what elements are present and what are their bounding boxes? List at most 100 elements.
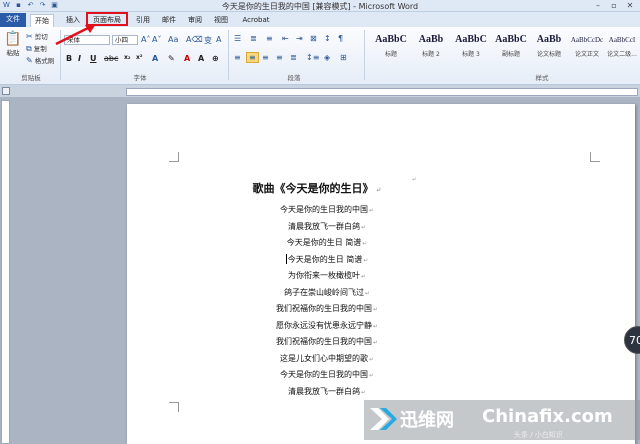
paragraph-mark: ↵ — [373, 186, 382, 194]
document-title[interactable]: 歌曲《今天是你的生日》 ↵ — [127, 180, 507, 196]
line-spacing-button[interactable]: ↕≡ — [306, 53, 319, 62]
watermark-cn: 迅维网 — [400, 410, 454, 431]
document-page[interactable]: ↵ 歌曲《今天是你的生日》 ↵ 今天是你的生日我的中国 清晨我放飞一群白鸽 今天… — [127, 104, 635, 444]
sort-icon: ↕ — [324, 34, 331, 43]
style-paper-title[interactable]: AaBb 论文标题 — [530, 31, 568, 67]
lyric-line[interactable]: 鸽子在崇山峻岭间飞过 — [167, 285, 487, 302]
copy-button[interactable]: ⧉ 复制 — [26, 43, 47, 54]
char-border-button[interactable]: A — [216, 35, 221, 44]
tab-view[interactable]: 视图 — [210, 14, 232, 27]
underline-button[interactable]: U — [90, 54, 97, 63]
watermark-sub: 头条 / 小白知识 — [514, 431, 563, 439]
align-left-button[interactable]: ≡ — [234, 53, 241, 62]
change-case-button[interactable]: Aa — [168, 35, 178, 44]
tab-home[interactable]: 开始 — [30, 14, 54, 27]
align-center-button[interactable]: ≡ — [246, 52, 259, 63]
multilevel-button[interactable]: ≡ — [266, 34, 273, 43]
lyric-line-with-cursor[interactable]: 今天是你的生日 简谱 — [167, 252, 487, 269]
align-left-icon: ≡ — [234, 53, 241, 62]
align-right-button[interactable]: ≡ — [262, 53, 269, 62]
close-button[interactable]: ✕ — [622, 0, 638, 11]
style-heading-2[interactable]: AaBb 标题 2 — [412, 31, 450, 67]
line-spacing-icon: ↕≡ — [306, 53, 320, 62]
maximize-button[interactable]: ▫ — [606, 0, 622, 11]
align-right-icon: ≡ — [262, 53, 269, 62]
style-subtitle[interactable]: AaBbC 副标题 — [492, 31, 530, 67]
lyric-line[interactable]: 愿你永远没有忧患永远宁静 — [167, 318, 487, 335]
char-shading-button[interactable]: A — [198, 54, 204, 63]
distributed-button[interactable]: ≣ — [290, 53, 297, 62]
paste-button[interactable]: 📋 粘贴 — [4, 31, 22, 57]
horizontal-ruler[interactable] — [126, 88, 638, 96]
style-heading-3[interactable]: AaBbC 标题 3 — [452, 31, 490, 67]
style-paper-level2[interactable]: AaBbCcI 论文二级... — [604, 31, 640, 67]
style-name: 标题 — [384, 51, 397, 58]
italic-button[interactable]: I — [78, 54, 81, 63]
watermark-en: Chinafix.com — [482, 406, 613, 427]
superscript-button[interactable]: x² — [136, 54, 143, 61]
tab-review[interactable]: 审阅 — [184, 14, 206, 27]
tab-selector[interactable] — [2, 87, 10, 95]
styles-group-label: 样式 — [535, 74, 549, 82]
phonetic-guide-button[interactable]: 变 — [204, 35, 212, 46]
justify-button[interactable]: ≡ — [276, 53, 283, 62]
numbering-button[interactable]: ≣ — [250, 34, 257, 43]
bullets-button[interactable]: ☰ — [234, 34, 241, 43]
vertical-ruler[interactable] — [1, 100, 10, 444]
lyric-line[interactable]: 今天是你的生日 简谱 — [167, 235, 487, 252]
tab-acrobat[interactable]: Acrobat — [238, 14, 274, 27]
minimize-button[interactable]: – — [590, 0, 606, 11]
font-group-label: 字体 — [133, 74, 147, 82]
style-paper-body[interactable]: AaBbCcDc 论文正文 — [568, 31, 606, 67]
enclose-char-button[interactable]: ⊕ — [212, 54, 219, 63]
sort-button[interactable]: ↕ — [324, 34, 331, 43]
paste-label: 粘贴 — [6, 49, 20, 57]
font-size-combo[interactable]: 小四 — [112, 35, 138, 45]
tab-references[interactable]: 引用 — [132, 14, 154, 27]
strikethrough-button[interactable]: abc — [104, 54, 118, 63]
style-title[interactable]: AaBbC 标题 — [372, 31, 410, 67]
style-sample: AaBbC — [375, 34, 407, 45]
decrease-indent-button[interactable]: ⇤ — [282, 34, 289, 43]
lyric-line[interactable]: 我们祝福你的生日我的中国 — [167, 334, 487, 351]
style-sample: AaBbCcDc — [570, 36, 604, 44]
borders-button[interactable]: ⊞ — [340, 53, 347, 62]
scissors-icon: ✂ — [26, 32, 33, 41]
lyric-line[interactable]: 为你衔来一枚橄榄叶 — [167, 268, 487, 285]
font-color-button[interactable]: A — [184, 54, 190, 63]
tab-mailings[interactable]: 邮件 — [158, 14, 180, 27]
group-separator — [228, 30, 229, 80]
lyrics-body[interactable]: 今天是你的生日我的中国 清晨我放飞一群白鸽 今天是你的生日 简谱 今天是你的生日… — [167, 202, 487, 400]
margin-corner-mark — [169, 402, 179, 412]
style-name: 标题 3 — [462, 51, 480, 58]
clear-format-icon: A⌫ — [186, 35, 203, 44]
bold-button[interactable]: B — [66, 54, 72, 63]
format-painter-button[interactable]: ✎ 格式刷 — [26, 55, 54, 65]
lyric-line[interactable]: 我们祝福你的生日我的中国 — [167, 301, 487, 318]
lyric-line[interactable]: 今天是你的生日我的中国 — [167, 202, 487, 219]
lyric-line[interactable]: 清晨我放飞一群白鸽 — [167, 219, 487, 236]
subscript-button[interactable]: x₂ — [124, 54, 131, 61]
borders-icon: ⊞ — [340, 53, 347, 62]
chinese-layout-button[interactable]: ⊠ — [310, 34, 317, 43]
bullets-icon: ☰ — [234, 34, 242, 43]
tab-file[interactable]: 文件 — [0, 13, 26, 27]
clear-format-button[interactable]: A⌫ — [186, 35, 203, 44]
cut-button[interactable]: ✂ 剪切 — [26, 31, 48, 41]
grow-font-button[interactable]: A˄ — [141, 35, 150, 44]
highlight-icon[interactable]: ✎ — [168, 54, 175, 63]
shrink-font-button[interactable]: A˅ — [152, 35, 161, 44]
change-case-icon: Aa — [168, 35, 179, 44]
increase-indent-button[interactable]: ⇥ — [296, 34, 303, 43]
copy-label: 复制 — [33, 45, 47, 53]
style-sample: AaBb — [536, 34, 562, 45]
distributed-icon: ≣ — [290, 53, 297, 62]
paste-icon: 📋 — [4, 31, 22, 47]
shading-button[interactable]: ◈ — [324, 53, 330, 62]
show-marks-button[interactable]: ¶ — [338, 34, 343, 43]
lyric-line[interactable]: 清晨我放飞一群白鸽 — [167, 384, 487, 401]
lyric-line[interactable]: 这是儿女们心中期望的歌 — [167, 351, 487, 368]
document-title-text: 歌曲《今天是你的生日》 — [252, 182, 374, 195]
text-effects-button[interactable]: A — [152, 54, 158, 63]
lyric-line[interactable]: 今天是你的生日我的中国 — [167, 367, 487, 384]
